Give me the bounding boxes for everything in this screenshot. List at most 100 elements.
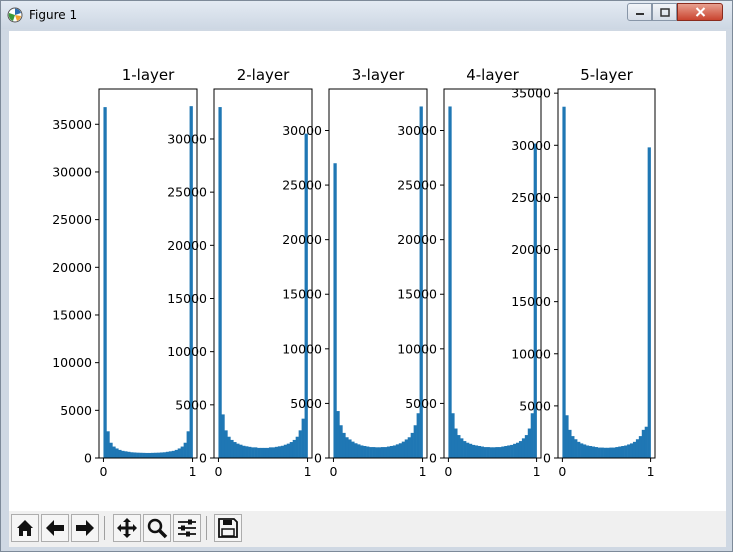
histogram-bar (383, 447, 388, 458)
histogram-bar (407, 437, 411, 458)
histogram-bar (230, 439, 234, 458)
y-tick-label: 10000 (511, 346, 551, 361)
maximize-button[interactable] (652, 3, 677, 21)
y-tick-label: 5000 (175, 397, 207, 412)
histogram-bar (585, 445, 590, 458)
home-button[interactable] (11, 514, 39, 542)
histogram-bar (168, 451, 173, 458)
histogram-bar (254, 447, 258, 458)
zoom-button[interactable] (143, 514, 171, 542)
histogram-bar (504, 445, 508, 458)
histogram-bar (360, 445, 364, 458)
histogram-bar (112, 446, 116, 458)
x-tick-label: 1 (647, 464, 655, 479)
histogram-bar (591, 446, 596, 458)
histogram-bar (416, 413, 420, 458)
histogram-bar (295, 436, 299, 458)
forward-button[interactable] (71, 514, 99, 542)
x-tick-label: 1 (189, 464, 197, 479)
histogram-bar (265, 447, 270, 458)
histogram-bar (148, 452, 152, 458)
back-button[interactable] (41, 514, 69, 542)
y-tick-label: 35000 (52, 117, 92, 132)
histogram-bar (145, 452, 149, 458)
y-tick-label: 20000 (511, 242, 551, 257)
histogram-bar (251, 447, 255, 458)
y-tick-label: 10000 (397, 341, 437, 356)
histogram-bar (524, 435, 529, 458)
histogram-bar (142, 452, 146, 458)
y-tick-label: 20000 (282, 232, 322, 247)
histogram-subplots: 1-layer050001000015000200002500030000350… (52, 66, 656, 479)
x-tick-label: 0 (329, 464, 337, 479)
arrow-right-icon (76, 520, 94, 536)
histogram-bar (183, 442, 187, 458)
histogram-bar (389, 445, 394, 458)
y-tick-label: 10000 (52, 355, 92, 370)
histogram-bar (118, 449, 122, 458)
histogram-bar (257, 447, 261, 458)
y-tick-label: 35000 (511, 86, 551, 101)
figure-canvas[interactable]: 1-layer 0 5000 10000 15000 20000 25000 30000 350… (9, 31, 726, 511)
histogram-bar (363, 445, 367, 458)
navigation-toolbar (9, 511, 726, 547)
histogram-bar (186, 431, 190, 458)
close-icon (695, 7, 705, 17)
histogram-bar (351, 441, 355, 458)
histogram-bar (239, 444, 243, 458)
histogram-bar (354, 443, 358, 458)
histogram-bar (224, 430, 228, 458)
x-tick-label: 1 (533, 464, 541, 479)
histogram-bar (588, 446, 593, 458)
histogram-bar (474, 445, 479, 458)
histogram-bar (477, 445, 482, 458)
histogram-bar (395, 444, 400, 458)
minimize-button[interactable] (627, 3, 652, 21)
histogram-bar (156, 452, 161, 458)
y-tick-label: 0 (199, 451, 207, 466)
histogram-bar (597, 447, 601, 458)
maximize-icon (659, 7, 670, 17)
histogram-bar (644, 426, 648, 458)
y-tick-label: 20000 (52, 260, 92, 275)
histogram-bar (463, 441, 467, 458)
histogram-bar (121, 450, 125, 458)
histogram-bar (513, 443, 517, 458)
histogram-bar (510, 444, 514, 458)
pan-button[interactable] (113, 514, 141, 542)
histogram-bar (638, 436, 643, 458)
histogram-bar (615, 447, 619, 458)
histogram-bar (345, 437, 349, 458)
histogram-bar (127, 451, 131, 458)
floppy-disk-icon (218, 518, 238, 538)
histogram-bar (236, 443, 240, 458)
histogram-bar (460, 438, 464, 458)
histogram-bar (594, 447, 598, 458)
configure-subplots-button[interactable] (173, 514, 201, 542)
histogram-bar (630, 443, 634, 458)
matplotlib-icon (7, 7, 23, 23)
histogram-bar (378, 447, 382, 458)
histogram-bar (489, 447, 493, 458)
sliders-icon (178, 519, 196, 537)
x-tick-label: 0 (558, 464, 566, 479)
title-bar[interactable]: Figure 1 (1, 1, 732, 29)
histogram-bar (109, 442, 113, 458)
histogram-bar (571, 436, 575, 458)
histogram-bar (115, 448, 119, 458)
histogram-bar (280, 445, 285, 458)
histogram-bar (468, 443, 473, 458)
y-tick-label: 0 (543, 451, 551, 466)
save-button[interactable] (214, 514, 242, 542)
histogram-bar (609, 447, 613, 458)
histogram-bar (454, 428, 458, 458)
histogram-bar (410, 432, 414, 458)
histogram-bar (413, 425, 417, 458)
histogram-bar (457, 435, 461, 458)
y-tick-label: 30000 (397, 123, 437, 138)
histogram-bar (492, 447, 496, 458)
y-tick-label: 20000 (167, 238, 207, 253)
y-tick-label: 25000 (397, 178, 437, 193)
y-tick-label: 25000 (52, 212, 92, 227)
close-button[interactable] (677, 3, 723, 21)
